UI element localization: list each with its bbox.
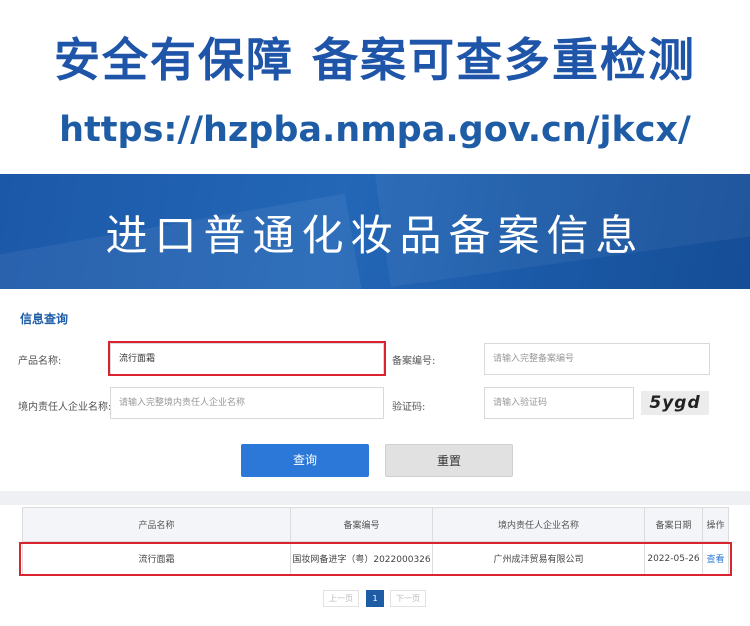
verification-url: https://hzpba.nmpa.gov.cn/jkcx/	[59, 110, 691, 150]
column-header: 操作	[702, 507, 729, 542]
column-header: 备案日期	[644, 507, 703, 542]
section-title: 信息查询	[20, 312, 69, 326]
promo-headline: 安全有保障 备案可查多重检测	[53, 33, 696, 87]
page-banner: 进口普通化妆品备案信息	[0, 174, 750, 289]
current-page-button[interactable]: 1	[366, 590, 384, 607]
divider-band	[0, 491, 750, 505]
column-header: 备案编号	[290, 507, 433, 542]
table-header-row: 产品名称 备案编号 境内责任人企业名称 备案日期 操作	[22, 507, 729, 542]
query-button[interactable]: 查询	[241, 444, 369, 477]
column-header: 境内责任人企业名称	[432, 507, 645, 542]
captcha-label: 验证码:	[392, 402, 426, 413]
product-name-highlight	[108, 341, 386, 376]
product-name-label: 产品名称:	[18, 356, 62, 367]
record-no-label: 备案编号:	[392, 356, 436, 367]
prev-page-button[interactable]: 上一页	[323, 590, 359, 607]
captcha-input[interactable]: 请输入验证码	[484, 387, 634, 419]
company-input[interactable]: 请输入完整境内责任人企业名称	[110, 387, 384, 419]
result-row-highlight	[19, 542, 732, 576]
column-header: 产品名称	[22, 507, 291, 542]
company-label: 境内责任人企业名称:	[18, 402, 112, 413]
reset-button[interactable]: 重置	[385, 444, 513, 477]
banner-title: 进口普通化妆品备案信息	[105, 211, 645, 260]
next-page-button[interactable]: 下一页	[390, 590, 426, 607]
captcha-image[interactable]: 5ygd	[641, 391, 709, 415]
record-no-input[interactable]: 请输入完整备案编号	[484, 343, 710, 375]
